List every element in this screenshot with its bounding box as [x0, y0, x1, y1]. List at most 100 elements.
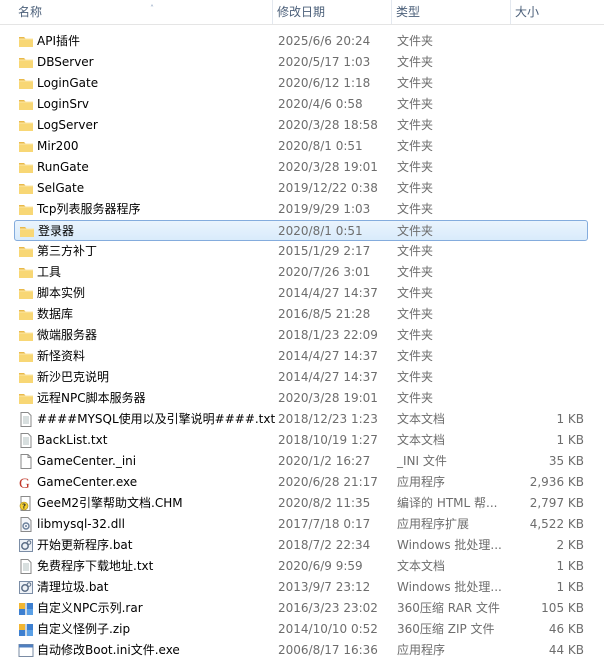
- file-type: 文件夹: [397, 118, 434, 132]
- folder-row[interactable]: Tcp列表服务器程序 2019/9/29 1:03 文件夹: [0, 199, 604, 220]
- folder-row[interactable]: 工具 2020/7/26 3:01 文件夹: [0, 262, 604, 283]
- svg-text:?: ?: [22, 503, 26, 511]
- folder-icon: [18, 55, 34, 70]
- file-size: 1 KB: [556, 433, 584, 447]
- app-icon: [18, 643, 34, 658]
- folder-icon: [18, 328, 34, 343]
- file-size: 1 KB: [556, 412, 584, 426]
- column-header-bar: 名称 ˄ 修改日期 类型 大小: [0, 0, 604, 25]
- file-type: 文本文档: [397, 412, 446, 426]
- file-row[interactable]: 清理垃圾.bat 2013/9/7 23:12 Windows 批处理... 1 KB: [0, 577, 604, 598]
- modified-date: 2018/10/19 1:27: [278, 433, 378, 447]
- file-row[interactable]: 自定义NPC示列.rar 2016/3/23 23:02 360压缩 RAR 文件 1…: [0, 598, 604, 619]
- folder-row[interactable]: 新怪资料 2014/4/27 14:37 文件夹: [0, 346, 604, 367]
- folder-row[interactable]: LoginSrv 2020/4/6 0:58 文件夹: [0, 94, 604, 115]
- text-file-icon: [18, 433, 34, 448]
- folder-icon: [18, 370, 34, 385]
- help-file-icon: ?: [18, 496, 34, 511]
- folder-row[interactable]: 新沙巴克说明 2014/4/27 14:37 文件夹: [0, 367, 604, 388]
- folder-row[interactable]: LogServer 2020/3/28 18:58 文件夹: [0, 115, 604, 136]
- file-name: LogServer: [37, 118, 98, 132]
- modified-date: 2025/6/6 20:24: [278, 34, 371, 48]
- modified-date: 2014/4/27 14:37: [278, 370, 378, 384]
- folder-icon: [18, 286, 34, 301]
- file-size: 2,797 KB: [529, 496, 584, 510]
- file-name: 自动修改Boot.ini文件.exe: [37, 643, 180, 657]
- folder-row[interactable]: RunGate 2020/3/28 19:01 文件夹: [0, 157, 604, 178]
- file-type: 文本文档: [397, 433, 446, 447]
- file-type: 文件夹: [397, 55, 434, 69]
- modified-date: 2019/12/22 0:38: [278, 181, 378, 195]
- svg-text:G: G: [19, 476, 30, 490]
- file-row[interactable]: GameCenter._ini 2020/1/2 16:27 _INI 文件 35 K…: [0, 451, 604, 472]
- folder-row[interactable]: API插件 2025/6/6 20:24 文件夹: [0, 31, 604, 52]
- folder-icon: [18, 265, 34, 280]
- file-type: _INI 文件: [397, 454, 447, 468]
- file-row[interactable]: ? GeeM2引擎帮助文档.CHM 2020/8/2 11:35 编译的 HTML 帮…: [0, 493, 604, 514]
- folder-icon: [18, 34, 34, 49]
- modified-date: 2020/8/2 11:35: [278, 496, 371, 510]
- folder-row[interactable]: Mir200 2020/8/1 0:51 文件夹: [0, 136, 604, 157]
- file-name: 新沙巴克说明: [37, 370, 110, 384]
- folder-row[interactable]: LoginGate 2020/6/12 1:18 文件夹: [0, 73, 604, 94]
- file-row[interactable]: BackList.txt 2018/10/19 1:27 文本文档 1 KB: [0, 430, 604, 451]
- folder-row[interactable]: 脚本实例 2014/4/27 14:37 文件夹: [0, 283, 604, 304]
- column-header-name[interactable]: 名称 ˄: [14, 0, 272, 24]
- folder-icon: [18, 307, 34, 322]
- folder-row[interactable]: 远程NPC脚本服务器 2020/3/28 19:01 文件夹: [0, 388, 604, 409]
- file-row[interactable]: libmysql-32.dll 2017/7/18 0:17 应用程序扩展 4,522…: [0, 514, 604, 535]
- folder-row[interactable]: 登录器 2020/8/1 0:51 文件夹: [14, 220, 588, 241]
- modified-date: 2019/9/29 1:03: [278, 202, 371, 216]
- modified-date: 2018/7/2 22:34: [278, 538, 371, 552]
- file-name: LoginGate: [37, 76, 99, 90]
- file-type: 文件夹: [397, 265, 434, 279]
- modified-date: 2020/8/1 0:51: [278, 139, 363, 153]
- modified-date: 2013/9/7 23:12: [278, 580, 371, 594]
- modified-date: 2020/8/1 0:51: [278, 224, 363, 238]
- file-name: DBServer: [37, 55, 94, 69]
- file-size: 44 KB: [548, 643, 584, 657]
- folder-row[interactable]: DBServer 2020/5/17 1:03 文件夹: [0, 52, 604, 73]
- folder-icon: [18, 181, 34, 196]
- batch-file-icon: [18, 580, 34, 595]
- file-type: 应用程序: [397, 475, 446, 489]
- archive-icon: [18, 601, 34, 616]
- column-header-date[interactable]: 修改日期: [272, 0, 391, 24]
- file-name: libmysql-32.dll: [37, 517, 125, 531]
- file-type: 文件夹: [397, 76, 434, 90]
- file-name: API插件: [37, 34, 80, 48]
- file-row[interactable]: ####MYSQL使用以及引擎说明####.txt 2018/12/23 1:23…: [0, 409, 604, 430]
- folder-icon: [18, 244, 34, 259]
- file-row[interactable]: G GameCenter.exe 2020/6/28 21:17 应用程序 2,936 …: [0, 472, 604, 493]
- file-row[interactable]: 自定义怪例子.zip 2014/10/10 0:52 360压缩 ZIP 文件 46 …: [0, 619, 604, 640]
- modified-date: 2020/4/6 0:58: [278, 97, 363, 111]
- column-header-type[interactable]: 类型: [391, 0, 510, 24]
- file-type: 文件夹: [397, 139, 434, 153]
- modified-date: 2014/4/27 14:37: [278, 349, 378, 363]
- modified-date: 2020/6/9 9:59: [278, 559, 363, 573]
- file-name: 新怪资料: [37, 349, 86, 363]
- folder-row[interactable]: 微端服务器 2018/1/23 22:09 文件夹: [0, 325, 604, 346]
- folder-row[interactable]: 第三方补丁 2015/1/29 2:17 文件夹: [0, 241, 604, 262]
- folder-icon: [18, 76, 34, 91]
- file-type: 文件夹: [397, 307, 434, 321]
- file-type: 文件夹: [397, 328, 434, 342]
- folder-row[interactable]: SelGate 2019/12/22 0:38 文件夹: [0, 178, 604, 199]
- folder-icon: [19, 224, 35, 239]
- folder-icon: [18, 97, 34, 112]
- folder-row[interactable]: 数据库 2016/8/5 21:28 文件夹: [0, 304, 604, 325]
- column-header-size[interactable]: 大小: [510, 0, 604, 24]
- file-size: 2 KB: [556, 538, 584, 552]
- file-type: 文件夹: [397, 202, 434, 216]
- file-name: SelGate: [37, 181, 85, 195]
- modified-date: 2006/8/17 16:36: [278, 643, 378, 657]
- batch-file-icon: [18, 538, 34, 553]
- file-name: 远程NPC脚本服务器: [37, 391, 146, 405]
- file-row[interactable]: 自动修改Boot.ini文件.exe 2006/8/17 16:36 应用程序 44 …: [0, 640, 604, 661]
- modified-date: 2020/3/28 19:01: [278, 391, 378, 405]
- file-type: 文件夹: [397, 224, 434, 238]
- file-row[interactable]: 免费程序下载地址.txt 2020/6/9 9:59 文本文档 1 KB: [0, 556, 604, 577]
- file-row[interactable]: 开始更新程序.bat 2018/7/2 22:34 Windows 批处理... 2 …: [0, 535, 604, 556]
- modified-date: 2020/1/2 16:27: [278, 454, 371, 468]
- file-name: 微端服务器: [37, 328, 98, 342]
